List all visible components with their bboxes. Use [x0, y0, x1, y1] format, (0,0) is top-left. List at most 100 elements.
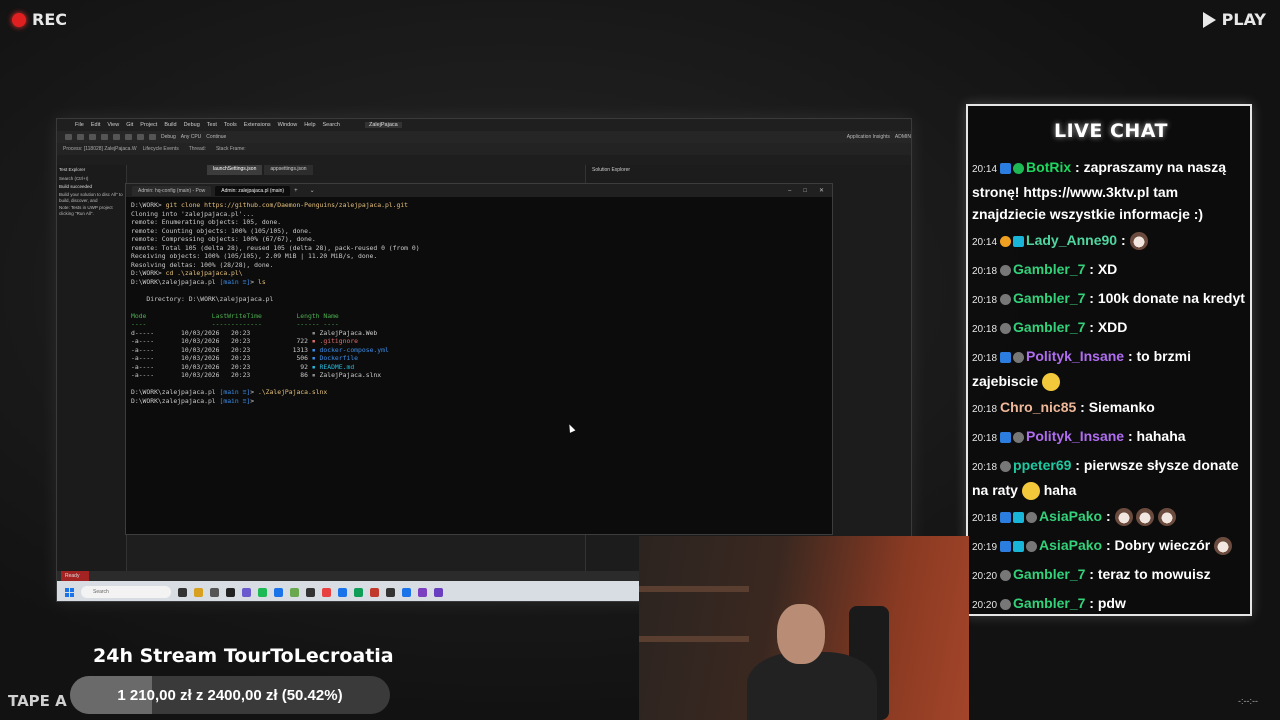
webcam-feed: [639, 536, 969, 720]
maximize-icon[interactable]: □: [803, 188, 807, 194]
toolbar-item[interactable]: Any CPU: [181, 134, 202, 140]
menu-item[interactable]: View: [107, 122, 119, 128]
process-selector[interactable]: Process: [118028] ZalejPajaca.W: [63, 146, 137, 152]
chat-badge-icon: [1000, 162, 1012, 174]
taskbar-app-icon[interactable]: [178, 587, 187, 597]
toolbar-icon[interactable]: [125, 134, 132, 140]
tab-dropdown-icon[interactable]: ⌄: [310, 187, 315, 194]
menu-item[interactable]: Tools: [224, 122, 237, 128]
terminal-line: d----- 10/03/2026 20:23 ▪ ZalejPajaca.We…: [131, 328, 378, 337]
chat-username[interactable]: AsiaPako: [1039, 508, 1102, 524]
taskbar-app-icon[interactable]: [306, 587, 315, 597]
terminal-line: -a---- 10/03/2026 20:23 1313 ▪ docker-co…: [131, 345, 389, 354]
chat-text: : hahaha: [1124, 428, 1186, 444]
toolbar-icon[interactable]: [77, 134, 84, 140]
windows-start-icon[interactable]: [65, 587, 74, 597]
menu-item[interactable]: Test: [207, 122, 217, 128]
chat-message: 20:20 Gambler_7 : teraz to mowuisz: [972, 563, 1250, 588]
taskbar-search[interactable]: Search: [81, 586, 171, 598]
chat-username[interactable]: Gambler_7: [1013, 595, 1085, 611]
chat-username[interactable]: Polityk_Insane: [1026, 428, 1124, 444]
toolbar-item[interactable]: Debug: [161, 134, 176, 140]
chat-username[interactable]: Chro_nic85: [1000, 399, 1076, 415]
terminal-line: remote: Counting objects: 100% (105/105)…: [131, 226, 312, 235]
terminal-window[interactable]: Admin: hq-config (main) - Pow Admin: zal…: [125, 183, 833, 535]
menu-item[interactable]: Search: [323, 122, 340, 128]
taskbar-app-icon[interactable]: [418, 587, 427, 597]
chat-badge-icon: [1026, 540, 1038, 552]
menu-item[interactable]: Help: [304, 122, 315, 128]
chat-emote-icon: [1136, 508, 1155, 527]
taskbar-app-icon[interactable]: [274, 587, 283, 597]
menu-item[interactable]: Project: [140, 122, 157, 128]
taskbar-app-icon[interactable]: [370, 587, 379, 597]
menu-item[interactable]: Window: [278, 122, 298, 128]
toolbar-icon[interactable]: [113, 134, 120, 140]
chat-message: 20:18 Polityk_Insane : hahaha: [972, 425, 1250, 450]
toolbar-icon[interactable]: [137, 134, 144, 140]
test-explorer-title: Test Explorer: [59, 167, 86, 172]
taskbar-app-icon[interactable]: [258, 587, 267, 597]
terminal-line: remote: Total 105 (delta 28), reused 105…: [131, 243, 420, 252]
taskbar-app-icon[interactable]: [242, 587, 251, 597]
taskbar-app-icon[interactable]: [386, 587, 395, 597]
toolbar-icon[interactable]: [149, 134, 156, 140]
chat-username[interactable]: Polityk_Insane: [1026, 348, 1124, 364]
chat-text: : Siemanko: [1076, 399, 1155, 415]
toolbar-item[interactable]: Application Insights: [847, 134, 890, 140]
chat-emote-icon: [1021, 482, 1040, 501]
chat-username[interactable]: ppeter69: [1013, 457, 1071, 473]
taskbar-app-icon[interactable]: [322, 587, 331, 597]
chat-badge-icon: [1013, 540, 1025, 552]
taskbar-app-icon[interactable]: [338, 587, 347, 597]
taskbar-app-icon[interactable]: [402, 587, 411, 597]
taskbar-app-icon[interactable]: [354, 587, 363, 597]
chat-timestamp: 20:20: [972, 600, 998, 611]
chat-message: 20:18 Gambler_7 : XDD: [972, 316, 1250, 341]
terminal-line: Cloning into 'zalejpajaca.pl'...: [131, 209, 255, 218]
test-explorer-search[interactable]: Search (Ctrl+I): [59, 176, 124, 182]
toolbar-item[interactable]: ADMIN: [895, 134, 911, 140]
chat-username[interactable]: AsiaPako: [1039, 537, 1102, 553]
new-tab-icon[interactable]: +: [294, 188, 298, 194]
chat-badge-icon: [1013, 351, 1025, 363]
taskbar-app-icon[interactable]: [210, 587, 219, 597]
menu-item[interactable]: Debug: [184, 122, 200, 128]
taskbar-app-icon[interactable]: [290, 587, 299, 597]
chat-text: : Dobry wieczór: [1102, 537, 1215, 553]
streamer-head: [777, 604, 825, 664]
chat-username[interactable]: Gambler_7: [1013, 261, 1085, 277]
chat-badge-icon: [1000, 431, 1012, 443]
chat-username[interactable]: Gambler_7: [1013, 290, 1085, 306]
chat-username[interactable]: Gambler_7: [1013, 566, 1085, 582]
process-field[interactable]: Lifecycle Events: [143, 146, 179, 152]
play-icon: [1202, 11, 1216, 28]
minimize-icon[interactable]: –: [788, 188, 791, 194]
terminal-tab-active[interactable]: Admin: zalejpajaca.pl (main): [215, 185, 291, 196]
taskbar-app-icon[interactable]: [194, 587, 203, 597]
process-field[interactable]: Thread:: [189, 146, 206, 152]
terminal-tab[interactable]: Admin: hq-config (main) - Pow: [132, 185, 212, 196]
menu-item[interactable]: Extensions: [244, 122, 271, 128]
close-icon[interactable]: ✕: [819, 187, 824, 194]
taskbar-app-icon[interactable]: [434, 587, 443, 597]
toolbar-icon[interactable]: [101, 134, 108, 140]
editor-tab[interactable]: appsettings.json: [264, 165, 313, 175]
toolbar-icon[interactable]: [65, 134, 72, 140]
toolbar-item[interactable]: Continue: [206, 134, 226, 140]
editor-tab[interactable]: launchSettings.json: [207, 165, 263, 175]
toolbar-icon[interactable]: [89, 134, 96, 140]
menu-item[interactable]: File: [75, 122, 84, 128]
chat-username[interactable]: BotRix: [1026, 159, 1071, 175]
process-field[interactable]: Stack Frame:: [216, 146, 246, 152]
terminal-output[interactable]: D:\WORK> git clone https://github.com/Da…: [126, 197, 832, 409]
chat-username[interactable]: Gambler_7: [1013, 319, 1085, 335]
taskbar-app-icon[interactable]: [226, 587, 235, 597]
chat-username[interactable]: Lady_Anne90: [1026, 232, 1117, 248]
chat-emote-icon: [1042, 373, 1061, 392]
menu-item[interactable]: Git: [126, 122, 133, 128]
donation-text: 1 210,00 zł z 2400,00 zł (50.42%): [117, 686, 343, 704]
menu-item[interactable]: Build: [164, 122, 176, 128]
menu-item[interactable]: Edit: [91, 122, 100, 128]
